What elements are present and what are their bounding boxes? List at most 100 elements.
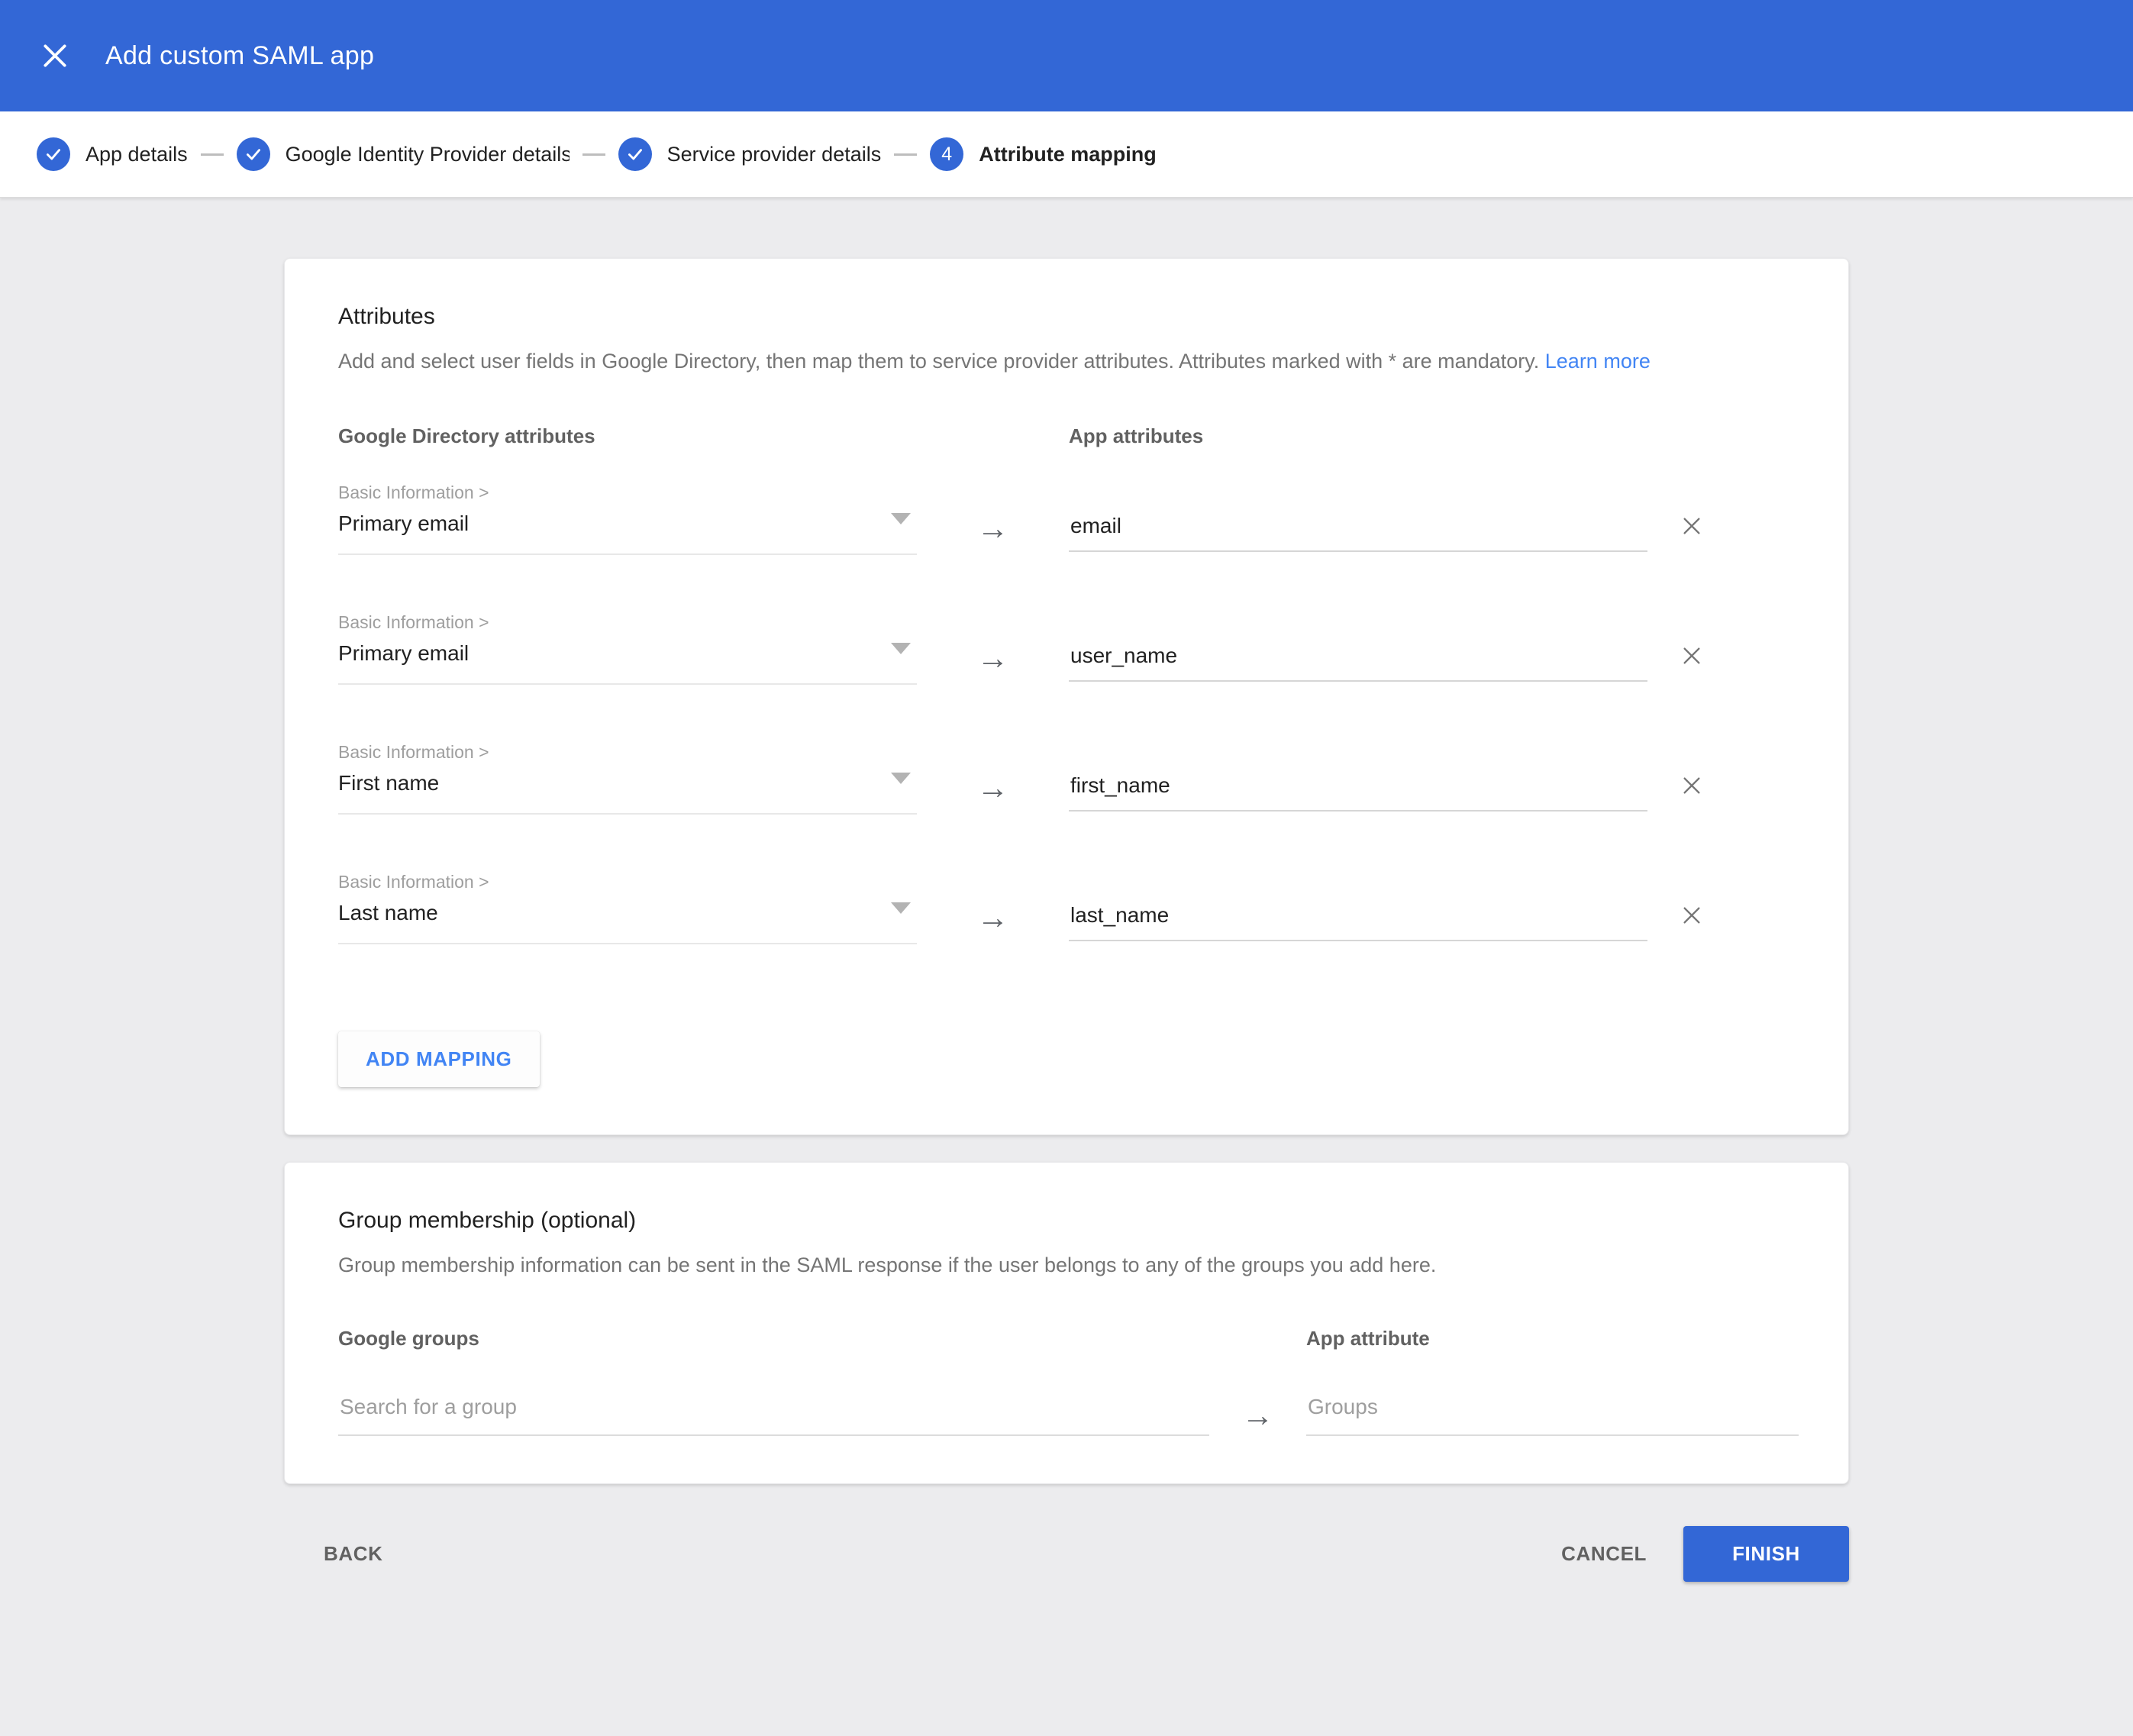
group-search-input[interactable]	[338, 1395, 1209, 1436]
dialog-title: Add custom SAML app	[105, 41, 374, 71]
directory-attribute-select[interactable]: Basic Information > Primary email	[338, 482, 917, 555]
close-button[interactable]	[37, 37, 73, 74]
group-membership-description: Group membership information can be sent…	[338, 1253, 1795, 1277]
directory-attribute-category: Basic Information >	[338, 871, 917, 892]
group-membership-card: Group membership (optional) Group member…	[284, 1162, 1849, 1484]
remove-mapping-button[interactable]	[1676, 511, 1707, 541]
step-label: Google Identity Provider details	[286, 143, 570, 166]
step-app-details[interactable]: App details	[37, 137, 188, 171]
groups-attribute-input[interactable]	[1306, 1395, 1799, 1436]
remove-icon	[1680, 514, 1704, 538]
attributes-card-description: Add and select user fields in Google Dir…	[338, 349, 1795, 373]
app-attribute-column-header: App attribute	[1306, 1326, 1799, 1350]
add-mapping-button[interactable]: ADD MAPPING	[338, 1031, 540, 1087]
step-connector	[894, 153, 917, 156]
arrow-right-icon: →	[1242, 1397, 1274, 1433]
mapping-row: Basic Information > Primary email →	[338, 482, 1795, 555]
learn-more-link[interactable]: Learn more	[1545, 350, 1651, 373]
remove-mapping-button[interactable]	[1676, 770, 1707, 801]
directory-attributes-column-header: Google Directory attributes	[338, 424, 917, 448]
remove-mapping-cell	[1676, 611, 1795, 671]
directory-attribute-value-row: Last name	[338, 892, 917, 944]
app-attributes-column-header: App attributes	[1069, 424, 1647, 448]
check-icon	[44, 144, 63, 164]
directory-attribute-value: Primary email	[338, 641, 469, 666]
group-mapping-row: →	[338, 1372, 1795, 1436]
step-number-circle: 4	[930, 137, 963, 171]
step-label: App details	[86, 143, 188, 166]
directory-attribute-select[interactable]: Basic Information > First name	[338, 741, 917, 815]
remove-mapping-button[interactable]	[1676, 641, 1707, 671]
step-complete-circle	[618, 137, 652, 171]
app-attribute-input[interactable]	[1069, 773, 1647, 812]
step-complete-circle	[237, 137, 270, 171]
mapping-arrow-cell: →	[917, 611, 1069, 674]
page-content: Attributes Add and select user fields in…	[0, 198, 2133, 1582]
remove-icon	[1680, 903, 1704, 928]
arrow-right-icon: →	[977, 640, 1009, 676]
app-attribute-field	[1069, 611, 1647, 682]
attributes-card: Attributes Add and select user fields in…	[284, 258, 1849, 1135]
mapping-arrow-cell: →	[917, 871, 1069, 934]
app-attribute-field	[1069, 741, 1647, 812]
check-icon	[625, 144, 645, 164]
step-attribute-mapping[interactable]: 4 Attribute mapping	[930, 137, 1156, 171]
remove-icon	[1680, 773, 1704, 798]
dropdown-arrow-icon	[891, 902, 911, 914]
step-complete-circle	[37, 137, 70, 171]
mapping-arrow-cell: →	[917, 482, 1069, 544]
step-connector	[582, 153, 605, 156]
group-column-headers: Google groups App attribute	[338, 1326, 1795, 1350]
attributes-description-text: Add and select user fields in Google Dir…	[338, 350, 1539, 373]
finish-button[interactable]: FINISH	[1683, 1526, 1849, 1582]
remove-mapping-cell	[1676, 741, 1795, 801]
directory-attribute-value-row: First name	[338, 763, 917, 815]
wizard-footer: BACK CANCEL FINISH	[284, 1526, 1849, 1582]
arrow-right-icon: →	[977, 770, 1009, 805]
directory-attribute-value: Last name	[338, 900, 438, 926]
dropdown-arrow-icon	[891, 643, 911, 654]
dropdown-arrow-icon	[891, 513, 911, 524]
arrow-right-icon: →	[977, 899, 1009, 935]
mapping-row: Basic Information > First name →	[338, 741, 1795, 815]
group-arrow-cell: →	[1209, 1372, 1306, 1431]
directory-attribute-value-row: Primary email	[338, 633, 917, 685]
groups-attribute-field	[1306, 1372, 1799, 1436]
arrow-right-icon: →	[977, 510, 1009, 546]
group-search-field	[338, 1372, 1209, 1436]
directory-attribute-value: First name	[338, 770, 439, 796]
close-icon	[40, 41, 69, 70]
app-attribute-input[interactable]	[1069, 903, 1647, 941]
wizard-stepper: App details Google Identity Provider det…	[0, 111, 2133, 198]
directory-attribute-select[interactable]: Basic Information > Last name	[338, 871, 917, 944]
app-attribute-field	[1069, 482, 1647, 552]
directory-attribute-value-row: Primary email	[338, 503, 917, 555]
directory-attribute-select[interactable]: Basic Information > Primary email	[338, 611, 917, 685]
app-attribute-input[interactable]	[1069, 644, 1647, 682]
remove-mapping-cell	[1676, 871, 1795, 931]
dropdown-arrow-icon	[891, 773, 911, 784]
step-label: Attribute mapping	[979, 143, 1156, 166]
mapping-column-headers: Google Directory attributes App attribut…	[338, 424, 1795, 448]
directory-attribute-category: Basic Information >	[338, 741, 917, 763]
mapping-row: Basic Information > Last name →	[338, 871, 1795, 944]
google-groups-column-header: Google groups	[338, 1326, 1209, 1350]
dialog-header: Add custom SAML app	[0, 0, 2133, 111]
mapping-arrow-cell: →	[917, 741, 1069, 804]
step-service-provider-details[interactable]: Service provider details	[618, 137, 882, 171]
mapping-rows: Basic Information > Primary email →	[338, 482, 1795, 944]
app-attribute-input[interactable]	[1069, 514, 1647, 552]
mapping-row: Basic Information > Primary email →	[338, 611, 1795, 685]
back-button[interactable]: BACK	[324, 1542, 383, 1566]
remove-mapping-button[interactable]	[1676, 900, 1707, 931]
step-number: 4	[941, 145, 952, 164]
attributes-card-title: Attributes	[338, 303, 1795, 331]
remove-icon	[1680, 644, 1704, 668]
directory-attribute-category: Basic Information >	[338, 482, 917, 503]
step-label: Service provider details	[667, 143, 882, 166]
cancel-button[interactable]: CANCEL	[1561, 1542, 1647, 1566]
remove-mapping-cell	[1676, 482, 1795, 541]
app-attribute-field	[1069, 871, 1647, 941]
step-google-idp-details[interactable]: Google Identity Provider details	[237, 137, 570, 171]
check-icon	[244, 144, 263, 164]
